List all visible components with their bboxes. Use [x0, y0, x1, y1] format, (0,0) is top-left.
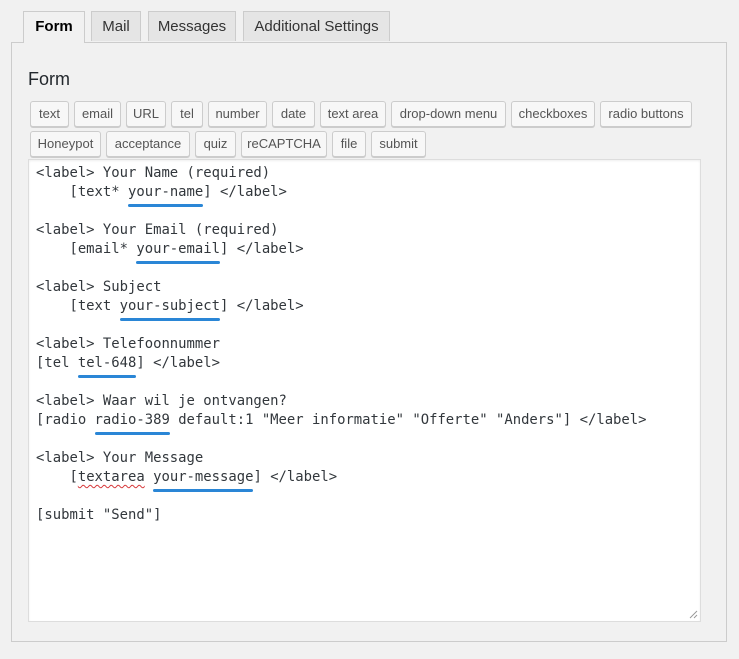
editor-line: [email* your-email] </label>	[36, 241, 304, 264]
editor-line: <label> Subject	[36, 279, 162, 295]
field-name-highlight: tel-648	[77, 355, 137, 378]
tag-button-radio-buttons[interactable]: radio buttons	[600, 101, 692, 127]
tag-button-recaptcha[interactable]: reCAPTCHA	[241, 131, 327, 157]
editor-line: [text your-subject] </label>	[36, 298, 304, 321]
tag-button-submit[interactable]: submit	[371, 131, 426, 157]
editor-line: [radio radio-389 default:1 "Meer informa…	[36, 412, 647, 435]
tag-button-date[interactable]: date	[272, 101, 315, 127]
tag-button-file[interactable]: file	[332, 131, 366, 157]
field-name-highlight: your-message	[153, 469, 254, 492]
editor-line: <label> Your Message	[36, 450, 204, 466]
tag-button-text[interactable]: text	[30, 101, 69, 127]
tag-button-number[interactable]: number	[208, 101, 267, 127]
form-template-editor[interactable]: <label> Your Name (required) [text* your…	[28, 159, 701, 622]
tab-form[interactable]: Form	[23, 11, 85, 43]
tag-button-quiz[interactable]: quiz	[195, 131, 236, 157]
tag-button-checkboxes[interactable]: checkboxes	[511, 101, 595, 127]
tag-button-url[interactable]: URL	[126, 101, 166, 127]
resize-grip-icon[interactable]	[689, 610, 698, 619]
field-name-highlight: your-email	[136, 241, 220, 264]
editor-line: <label> Your Email (required)	[36, 222, 279, 238]
editor-line: <label> Telefoonnummer	[36, 336, 220, 352]
editor-line: [textarea your-message] </label>	[36, 469, 338, 492]
tag-button-email[interactable]: email	[74, 101, 121, 127]
section-title: Form	[28, 69, 70, 89]
tag-button-acceptance[interactable]: acceptance	[106, 131, 190, 157]
tag-button-textarea[interactable]: text area	[320, 101, 386, 127]
editor-line: [text* your-name] </label>	[36, 184, 287, 207]
tab-mail[interactable]: Mail	[91, 11, 141, 41]
field-name-highlight: your-name	[128, 184, 204, 207]
tab-additional-settings[interactable]: Additional Settings	[243, 11, 390, 41]
spellcheck-word: textarea	[77, 469, 145, 485]
tag-button-honeypot[interactable]: Honeypot	[30, 131, 101, 157]
tab-messages[interactable]: Messages	[148, 11, 236, 41]
field-name-highlight: your-subject	[119, 298, 221, 321]
editor-line: <label> Your Name (required)	[36, 165, 271, 181]
tag-button-dropdown-menu[interactable]: drop-down menu	[391, 101, 506, 127]
field-name-highlight: radio-389	[94, 412, 171, 435]
editor-line: <label> Waar wil je ontvangen?	[36, 393, 287, 409]
editor-line: [submit "Send"]	[36, 507, 162, 523]
editor-line: [tel tel-648] </label>	[36, 355, 221, 378]
tag-button-tel[interactable]: tel	[171, 101, 203, 127]
